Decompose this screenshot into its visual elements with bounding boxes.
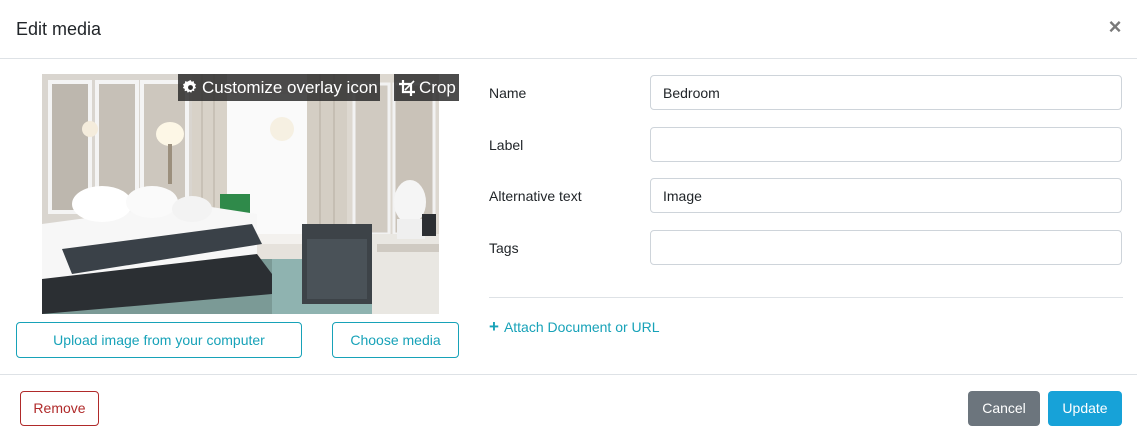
form-divider: [489, 297, 1123, 298]
modal-title: Edit media: [16, 19, 102, 39]
label-field[interactable]: [650, 127, 1122, 162]
alt-text-field[interactable]: [650, 178, 1122, 213]
cancel-button[interactable]: Cancel: [968, 391, 1040, 426]
name-field[interactable]: [650, 75, 1122, 110]
tags-label: Tags: [489, 240, 519, 256]
close-icon[interactable]: ×: [1105, 15, 1125, 39]
crop-button[interactable]: Crop: [394, 74, 459, 101]
name-label: Name: [489, 85, 527, 101]
tags-field[interactable]: [650, 230, 1122, 265]
crop-label: Crop: [419, 78, 456, 97]
choose-media-button[interactable]: Choose media: [332, 322, 459, 358]
modal-header: Edit media ×: [0, 0, 1137, 59]
customize-overlay-icon-button[interactable]: Customize overlay icon: [178, 74, 380, 101]
alt-text-label: Alternative text: [489, 188, 582, 204]
modal-footer: [0, 374, 1137, 441]
remove-button[interactable]: Remove: [20, 391, 99, 426]
image-preview: [42, 74, 439, 314]
update-button[interactable]: Update: [1048, 391, 1122, 426]
bedroom-image: [42, 74, 439, 314]
plus-icon: +: [489, 317, 499, 336]
customize-overlay-label: Customize overlay icon: [202, 78, 378, 97]
upload-image-button[interactable]: Upload image from your computer: [16, 322, 302, 358]
gear-icon: [183, 80, 197, 93]
attach-document-link[interactable]: + Attach Document or URL: [489, 317, 660, 337]
label-label: Label: [489, 137, 524, 153]
crop-icon: [399, 79, 415, 96]
attach-label: Attach Document or URL: [503, 319, 660, 335]
edit-media-modal: Edit media × Customize overlay icon Crop…: [0, 0, 1137, 441]
